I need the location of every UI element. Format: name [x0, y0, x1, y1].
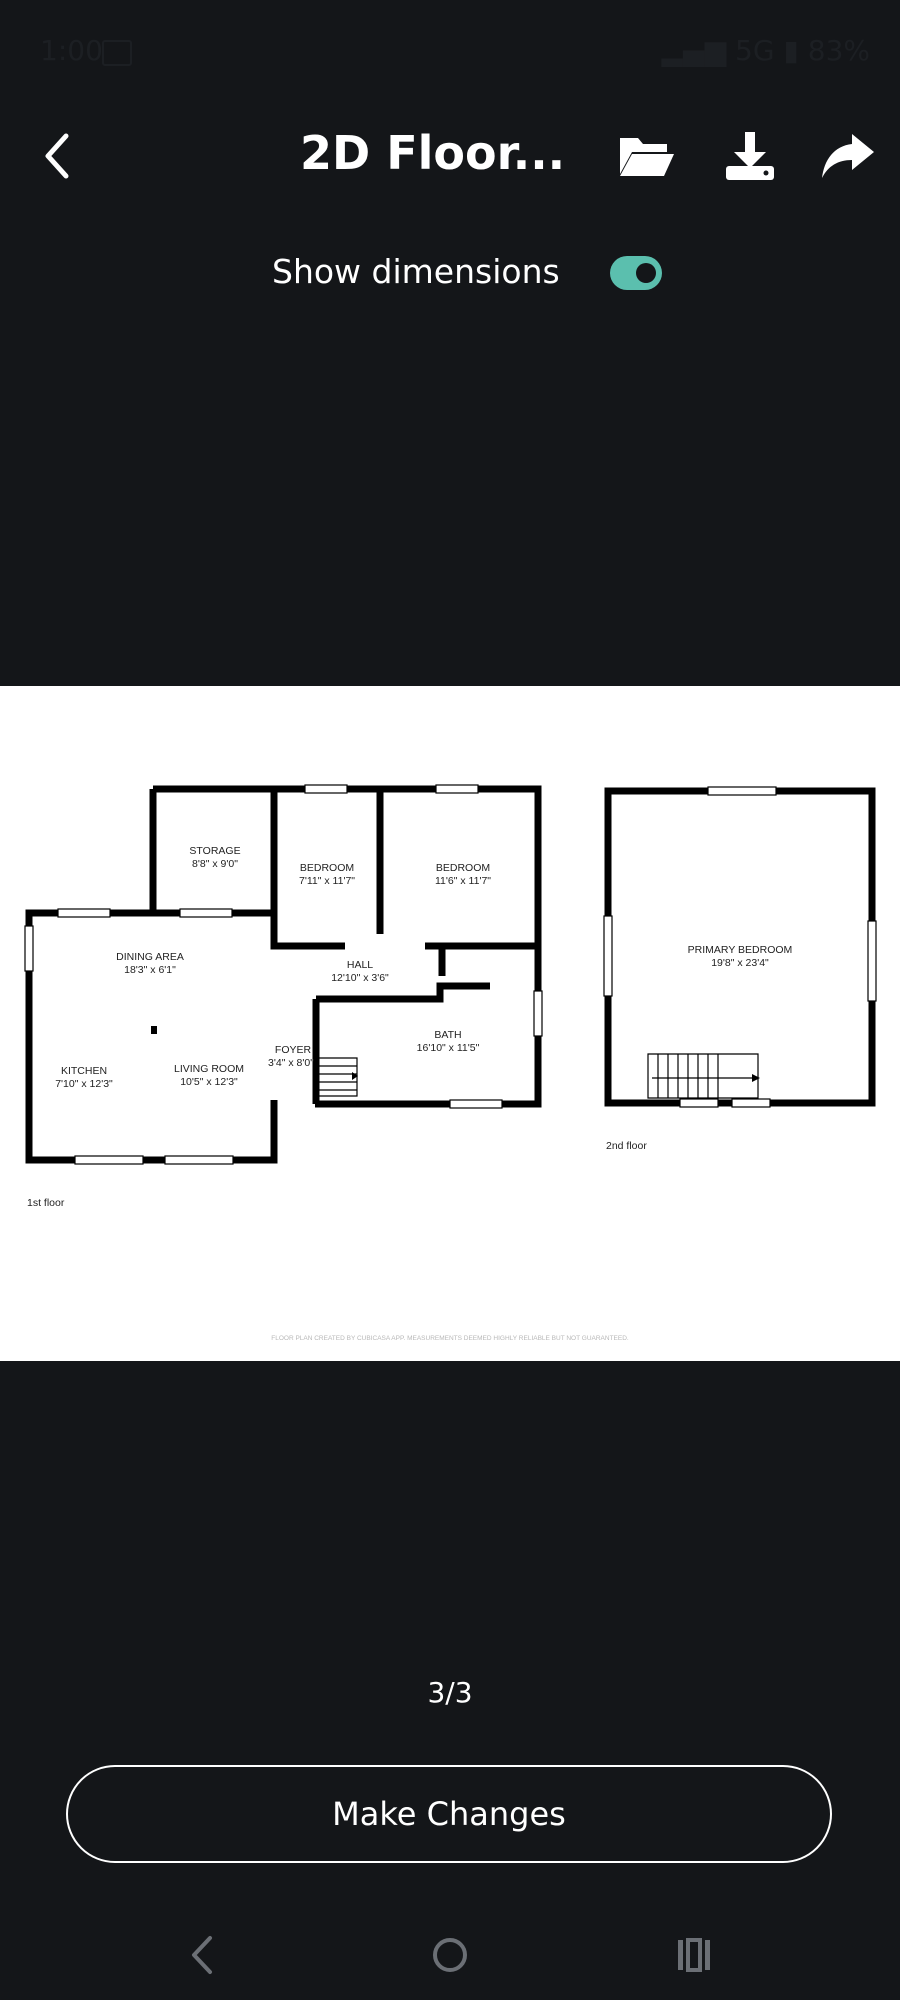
second-floor-caption: 2nd floor — [606, 1140, 647, 1152]
notification-card-icon — [102, 40, 132, 66]
room-bedroom1-dims: 7'11" x 11'7" — [299, 875, 355, 887]
floor-plan-disclaimer: FLOOR PLAN CREATED BY CUBICASA APP. MEAS… — [271, 1335, 629, 1342]
room-kitchen-dims: 7'10" x 12'3" — [55, 1078, 113, 1090]
show-dimensions-toggle[interactable] — [610, 256, 662, 290]
show-dimensions-label: Show dimensions — [272, 252, 560, 291]
back-icon[interactable] — [38, 130, 78, 182]
room-bedroom1-name: BEDROOM — [300, 862, 354, 874]
folder-open-icon[interactable] — [616, 128, 676, 184]
app-header: 2D Floor... — [0, 100, 900, 212]
status-time: 1:00 — [40, 34, 103, 67]
room-primary-bedroom-name: PRIMARY BEDROOM — [688, 944, 793, 956]
room-foyer-dims: 3'4" x 8'0" — [268, 1057, 314, 1069]
room-bedroom2-dims: 11'6" x 11'7" — [435, 875, 491, 887]
room-kitchen-name: KITCHEN — [61, 1065, 107, 1077]
first-floor-caption: 1st floor — [27, 1197, 65, 1209]
battery-level: 83% — [807, 34, 870, 67]
battery-icon: ▮ — [783, 34, 799, 67]
download-icon[interactable] — [720, 128, 780, 184]
network-label: 5G — [735, 34, 775, 67]
show-dimensions-row: Show dimensions — [0, 246, 900, 298]
room-storage-name: STORAGE — [189, 845, 240, 857]
room-living-dims: 10'5" x 12'3" — [180, 1076, 238, 1088]
page-indicator: 3/3 — [427, 1676, 473, 1709]
floor-plan-drawing: STORAGE 8'8" x 9'0" BEDROOM 7'11" x 11'7… — [24, 784, 877, 1342]
toggle-knob — [636, 263, 656, 283]
room-living-name: LIVING ROOM — [174, 1063, 244, 1075]
page-title: 2D Floor... — [300, 126, 566, 180]
room-hall-dims: 12'10" x 3'6" — [331, 972, 389, 984]
signal-icon: ▂▄▆ — [661, 34, 727, 67]
share-icon[interactable] — [818, 128, 878, 184]
floor-plan-image: STORAGE 8'8" x 9'0" BEDROOM 7'11" x 11'7… — [0, 686, 900, 1361]
system-nav-bar — [0, 1900, 900, 2000]
room-hall-name: HALL — [347, 959, 373, 971]
room-bedroom2-name: BEDROOM — [436, 862, 490, 874]
room-primary-bedroom-dims: 19'8" x 23'4" — [711, 957, 769, 969]
nav-recents-icon[interactable] — [664, 1930, 724, 1980]
room-dining-name: DINING AREA — [116, 951, 184, 963]
make-changes-button[interactable]: Make Changes — [66, 1765, 832, 1863]
nav-back-icon[interactable] — [174, 1930, 234, 1980]
room-dining-dims: 18'3" x 6'1" — [124, 964, 176, 976]
room-foyer-name: FOYER — [275, 1044, 312, 1056]
room-bath-dims: 16'10" x 11'5" — [417, 1042, 480, 1054]
nav-home-icon[interactable] — [420, 1930, 480, 1980]
room-storage-dims: 8'8" x 9'0" — [192, 858, 238, 870]
status-bar: 1:00 ▂▄▆ 5G ▮ 83% — [0, 0, 900, 100]
room-bath-name: BATH — [434, 1029, 461, 1041]
status-right: ▂▄▆ 5G ▮ 83% — [662, 34, 871, 67]
